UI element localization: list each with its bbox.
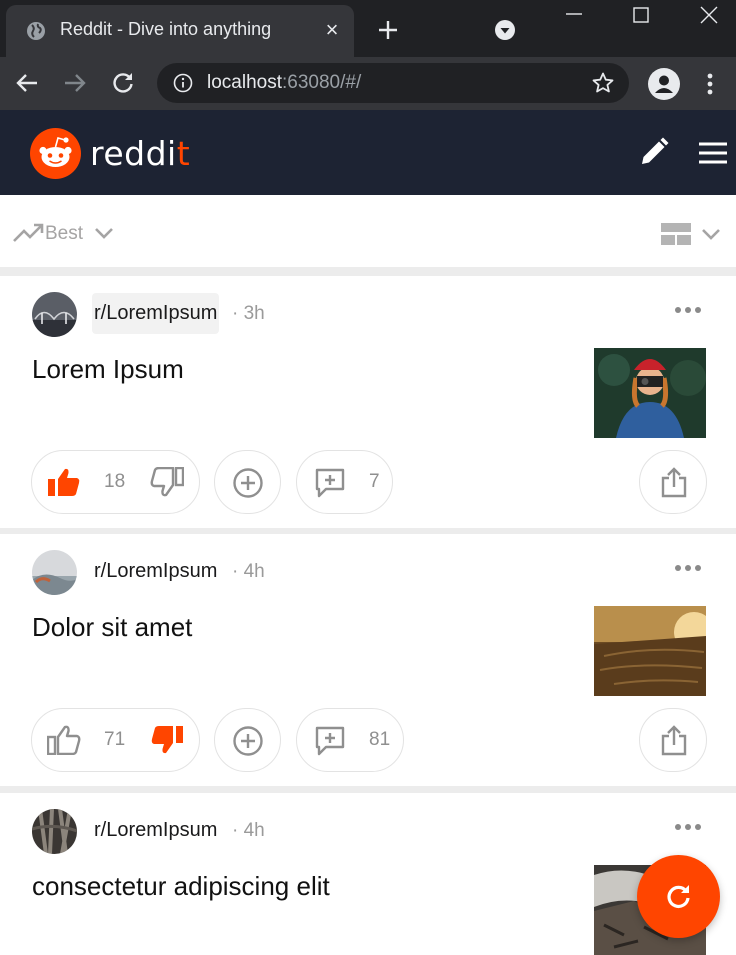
share-icon bbox=[661, 467, 687, 498]
subreddit-avatar[interactable] bbox=[32, 809, 77, 854]
trending-icon[interactable] bbox=[12, 222, 44, 244]
subreddit-link[interactable]: r/LoremIpsum bbox=[92, 551, 219, 592]
post-title[interactable]: Dolor sit amet bbox=[32, 612, 192, 643]
post-card[interactable]: r/LoremIpsum · 3h Lorem Ipsum 18 7 bbox=[0, 276, 736, 528]
wordmark-text: reddi bbox=[90, 134, 177, 173]
share-button[interactable] bbox=[639, 708, 707, 772]
reddit-logo-icon[interactable] bbox=[30, 128, 81, 179]
back-arrow-icon[interactable] bbox=[13, 69, 41, 97]
subreddit-link[interactable]: r/LoremIpsum bbox=[92, 293, 220, 334]
maximize-icon[interactable] bbox=[630, 0, 652, 30]
comment-count: 7 bbox=[369, 471, 380, 492]
upvote-icon[interactable] bbox=[47, 467, 81, 497]
url-host: localhost bbox=[207, 72, 282, 93]
browser-tab[interactable]: Reddit - Dive into anything × bbox=[6, 5, 354, 57]
post-age: · 3h bbox=[232, 303, 265, 324]
subreddit-avatar[interactable] bbox=[32, 550, 77, 595]
subreddit-name: r/LoremIpsum bbox=[94, 819, 218, 841]
vote-control: 18 bbox=[31, 450, 200, 514]
hamburger-menu-icon[interactable] bbox=[698, 140, 728, 166]
browser-tabstrip: Reddit - Dive into anything × bbox=[0, 0, 736, 57]
forward-arrow-icon[interactable] bbox=[61, 69, 89, 97]
comment-icon bbox=[315, 726, 345, 756]
comment-icon bbox=[315, 468, 345, 498]
add-circle-icon bbox=[233, 468, 263, 498]
post-card[interactable]: r/LoremIpsum · 4h consectetur adipiscing… bbox=[0, 793, 736, 955]
post-title[interactable]: consectetur adipiscing elit bbox=[32, 871, 330, 902]
minimize-icon[interactable] bbox=[564, 0, 584, 30]
address-bar[interactable]: localhost:63080/#/ bbox=[157, 63, 629, 103]
wordmark-tail: t bbox=[176, 134, 191, 173]
comment-count: 81 bbox=[369, 729, 391, 750]
reddit-wordmark[interactable]: reddit bbox=[90, 134, 190, 173]
comments-button[interactable]: 7 bbox=[296, 450, 393, 514]
tab-close-icon[interactable]: × bbox=[322, 19, 342, 41]
new-tab-icon[interactable] bbox=[376, 18, 400, 42]
vote-count: 71 bbox=[104, 729, 126, 750]
refresh-button[interactable] bbox=[637, 855, 720, 938]
chevron-down-icon[interactable] bbox=[94, 226, 114, 240]
share-button[interactable] bbox=[639, 450, 707, 514]
award-button[interactable] bbox=[214, 450, 281, 514]
subreddit-link[interactable]: r/LoremIpsum bbox=[92, 810, 219, 851]
post-age: · 4h bbox=[232, 820, 265, 841]
feed-divider bbox=[0, 267, 736, 276]
refresh-icon bbox=[667, 885, 690, 908]
more-options-icon[interactable] bbox=[674, 822, 702, 832]
reload-icon[interactable] bbox=[109, 69, 137, 97]
browser-menu-icon[interactable] bbox=[700, 70, 720, 98]
comments-button[interactable]: 81 bbox=[296, 708, 404, 772]
vote-control: 71 bbox=[31, 708, 200, 772]
url-text: localhost:63080/#/ bbox=[207, 72, 361, 94]
card-view-icon[interactable] bbox=[661, 223, 691, 245]
create-post-icon[interactable] bbox=[638, 136, 670, 168]
window-close-icon[interactable] bbox=[698, 0, 720, 30]
more-options-icon[interactable] bbox=[674, 563, 702, 573]
url-path: :63080/#/ bbox=[282, 72, 362, 93]
subreddit-name: r/LoremIpsum bbox=[94, 302, 218, 324]
downvote-icon[interactable] bbox=[150, 725, 184, 755]
award-button[interactable] bbox=[214, 708, 281, 772]
upvote-icon[interactable] bbox=[47, 725, 81, 755]
more-options-icon[interactable] bbox=[674, 305, 702, 315]
sort-dropdown-label[interactable]: Best bbox=[45, 223, 83, 245]
share-icon bbox=[661, 725, 687, 756]
subreddit-name: r/LoremIpsum bbox=[94, 560, 218, 582]
tab-title: Reddit - Dive into anything bbox=[60, 19, 272, 39]
subreddit-avatar[interactable] bbox=[32, 292, 77, 337]
browser-toolbar: localhost:63080/#/ bbox=[0, 57, 736, 110]
profile-avatar-icon[interactable] bbox=[648, 68, 680, 100]
app-header: reddit bbox=[0, 110, 736, 195]
post-thumbnail[interactable] bbox=[594, 606, 706, 696]
post-card[interactable]: r/LoremIpsum · 4h Dolor sit amet 71 81 bbox=[0, 534, 736, 786]
tab-search-icon[interactable] bbox=[494, 19, 516, 41]
globe-icon bbox=[27, 22, 45, 40]
post-thumbnail[interactable] bbox=[594, 348, 706, 438]
site-info-icon[interactable] bbox=[173, 73, 193, 93]
view-chevron-down-icon[interactable] bbox=[701, 227, 721, 241]
downvote-icon[interactable] bbox=[150, 467, 184, 497]
post-age: · 4h bbox=[232, 561, 265, 582]
vote-count: 18 bbox=[104, 471, 126, 492]
post-title[interactable]: Lorem Ipsum bbox=[32, 354, 184, 385]
bookmark-star-icon[interactable] bbox=[591, 71, 615, 95]
add-circle-icon bbox=[233, 726, 263, 756]
sort-bar: Best bbox=[0, 195, 736, 267]
